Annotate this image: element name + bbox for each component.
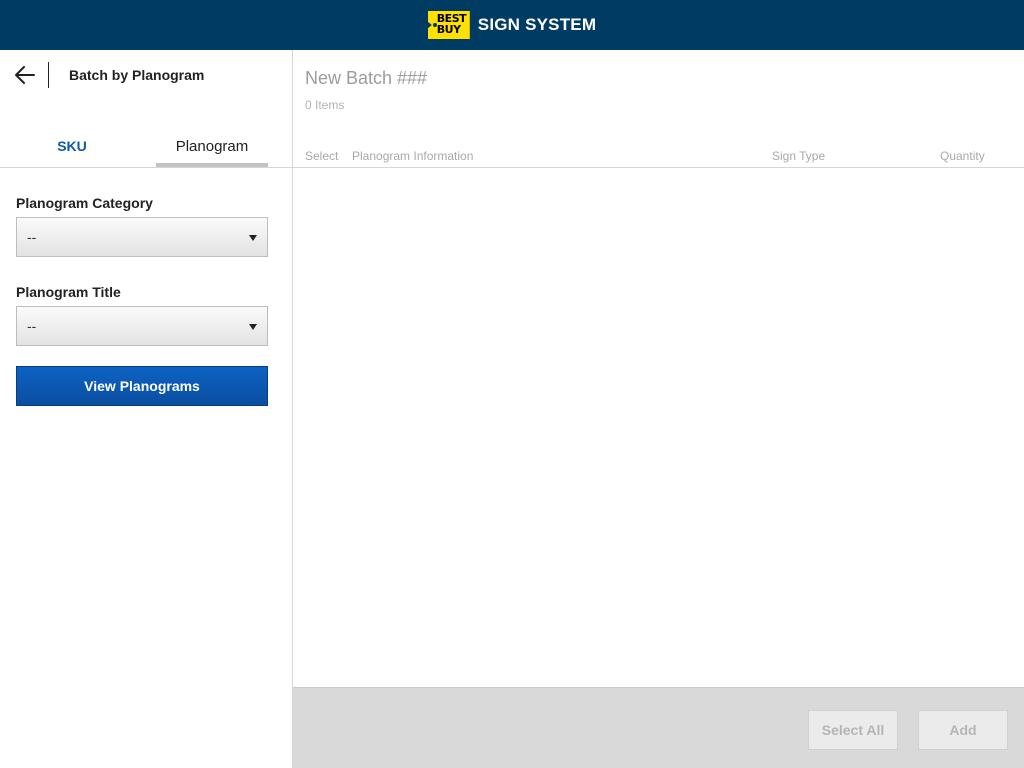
tab-bar: SKU Planogram	[0, 125, 292, 168]
logo-text: BEST BUY	[437, 13, 469, 35]
active-tab-indicator	[156, 163, 268, 167]
column-header-sign-type: Sign Type	[772, 149, 826, 163]
view-planograms-button[interactable]: View Planograms	[16, 366, 268, 406]
header-divider	[48, 62, 49, 88]
left-panel: Batch by Planogram SKU Planogram Planogr…	[0, 50, 293, 768]
brand: BEST BUY SIGN SYSTEM	[427, 11, 597, 39]
app-header: BEST BUY SIGN SYSTEM	[0, 0, 1024, 50]
add-button[interactable]: Add	[918, 710, 1008, 750]
tab-planogram[interactable]: Planogram	[156, 125, 268, 167]
column-header-planogram-information: Planogram Information	[352, 149, 474, 163]
action-footer: Select All Add	[293, 687, 1024, 768]
caret-down-icon	[249, 235, 257, 241]
app-title: SIGN SYSTEM	[477, 15, 597, 34]
table-body	[293, 168, 1024, 687]
panel-header: Batch by Planogram	[0, 50, 292, 100]
planogram-title-value: --	[27, 318, 37, 334]
planogram-category-label: Planogram Category	[16, 195, 153, 211]
planogram-title-select[interactable]: --	[16, 306, 268, 346]
tab-sku[interactable]: SKU	[16, 125, 128, 167]
column-header-quantity: Quantity	[940, 149, 985, 163]
table-header: Select Planogram Information Sign Type Q…	[293, 147, 1024, 168]
select-all-button[interactable]: Select All	[808, 710, 898, 750]
planogram-title-label: Planogram Title	[16, 284, 121, 300]
caret-down-icon	[249, 324, 257, 330]
batch-title: New Batch ###	[305, 68, 428, 88]
logo-text-line2: BUY	[436, 23, 461, 36]
planogram-category-select[interactable]: --	[16, 217, 268, 257]
panel-title: Batch by Planogram	[69, 67, 205, 83]
planogram-category-value: --	[27, 229, 37, 245]
item-count: 0 Items	[305, 98, 345, 112]
column-header-select: Select	[305, 149, 339, 163]
best-buy-logo: BEST BUY	[427, 11, 470, 39]
arrow-left-icon	[15, 66, 35, 84]
batch-panel: New Batch ### 0 Items Select Planogram I…	[293, 50, 1024, 768]
back-button[interactable]	[12, 63, 38, 87]
